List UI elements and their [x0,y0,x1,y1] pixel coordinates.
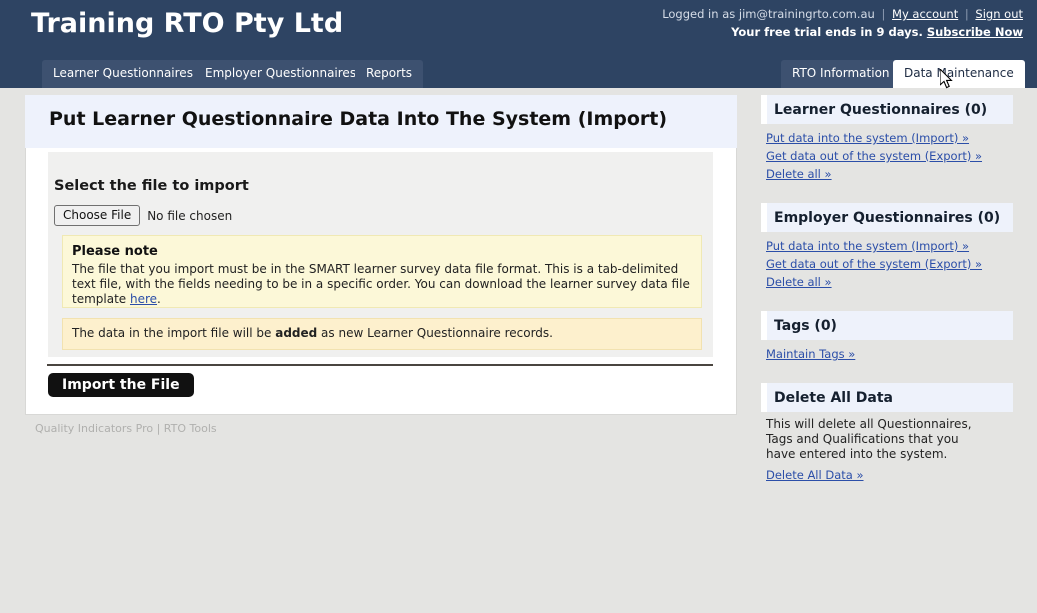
trial-status-line: Your free trial ends in 9 days. Subscrib… [731,25,1023,39]
top-header-bar: Training RTO Pty Ltd Logged in as jim@tr… [0,0,1037,57]
right-sidebar: Learner Questionnaires (0) Put data into… [761,95,1013,504]
please-note-title: Please note [72,244,158,259]
please-note-body-last: . [157,292,161,306]
panel-learner-questionnaires: Learner Questionnaires (0) Put data into… [761,95,1013,183]
tab-data-maintenance[interactable]: Data Maintenance [893,60,1025,88]
panel-title: Employer Questionnaires (0) [774,209,1001,226]
delete-all-data-description: This will delete all Questionnaires, Tag… [766,417,972,461]
please-note-text: The file that you import must be in the … [72,262,692,307]
panel-header: Learner Questionnaires (0) [761,95,1013,124]
form-divider [47,364,713,366]
panel-body: Put data into the system (Import) » Get … [761,124,1013,183]
logged-in-prefix: Logged in as [662,7,736,21]
template-download-link[interactable]: here [130,292,157,306]
panel-employer-questionnaires: Employer Questionnaires (0) Put data int… [761,203,1013,291]
page-title: Put Learner Questionnaire Data Into The … [49,108,668,130]
maintain-tags-link[interactable]: Maintain Tags » [766,345,1013,363]
account-separator-2: | [964,7,969,21]
learner-export-link[interactable]: Get data out of the system (Export) » [766,147,1013,165]
panel-title: Learner Questionnaires (0) [774,101,988,118]
added-note-prefix: The data in the import file will be [72,326,276,340]
panel-body: Put data into the system (Import) » Get … [761,232,1013,291]
user-email: jim@trainingrto.com.au [738,7,875,21]
delete-all-data-link[interactable]: Delete All Data » [766,466,1013,484]
panel-title: Tags (0) [774,317,837,334]
no-file-chosen-label: No file chosen [147,208,233,223]
file-input-row[interactable]: Choose File No file chosen [54,205,232,226]
panel-header: Tags (0) [761,311,1013,340]
tab-rto-information[interactable]: RTO Information [781,60,901,88]
learner-import-link[interactable]: Put data into the system (Import) » [766,129,1013,147]
panel-body: This will delete all Questionnaires, Tag… [761,412,1013,484]
footer-text: Quality Indicators Pro | RTO Tools [35,422,217,435]
added-records-note-box: The data in the import file will be adde… [62,318,702,350]
learner-delete-all-link[interactable]: Delete all » [766,165,1013,183]
page-title-bar: Put Learner Questionnaire Data Into The … [25,95,737,148]
panel-header: Delete All Data [761,383,1013,412]
employer-import-link[interactable]: Put data into the system (Import) » [766,237,1013,255]
employer-export-link[interactable]: Get data out of the system (Export) » [766,255,1013,273]
choose-file-button[interactable]: Choose File [54,205,141,226]
employer-delete-all-link[interactable]: Delete all » [766,273,1013,291]
please-note-body-first: The file that you import must be in the … [72,262,690,306]
panel-tags: Tags (0) Maintain Tags » [761,311,1013,363]
added-note-emphasis: added [275,326,318,340]
select-file-label: Select the file to import [54,178,249,194]
account-status-line: Logged in as jim@trainingrto.com.au | My… [662,7,1023,21]
panel-body: Maintain Tags » [761,340,1013,363]
added-note-suffix: as new Learner Questionnaire records. [317,326,553,340]
my-account-link[interactable]: My account [892,7,958,21]
tab-learner-questionnaires[interactable]: Learner Questionnaires [42,60,204,88]
trial-text: Your free trial ends in 9 days. [731,25,923,39]
panel-header: Employer Questionnaires (0) [761,203,1013,232]
subscribe-now-link[interactable]: Subscribe Now [927,25,1023,39]
tab-reports[interactable]: Reports [355,60,424,88]
added-records-note-text: The data in the import file will be adde… [72,326,692,341]
import-the-file-button[interactable]: Import the File [48,373,194,397]
tab-employer-questionnaires[interactable]: Employer Questionnaires [194,60,368,88]
main-navigation-bar: Learner Questionnaires Employer Question… [0,57,1037,88]
account-separator-1: | [881,7,886,21]
sign-out-link[interactable]: Sign out [975,7,1023,21]
please-note-box: Please note The file that you import mus… [62,235,702,308]
brand-title: Training RTO Pty Ltd [31,8,344,39]
panel-title: Delete All Data [774,389,893,406]
panel-delete-all-data: Delete All Data This will delete all Que… [761,383,1013,484]
